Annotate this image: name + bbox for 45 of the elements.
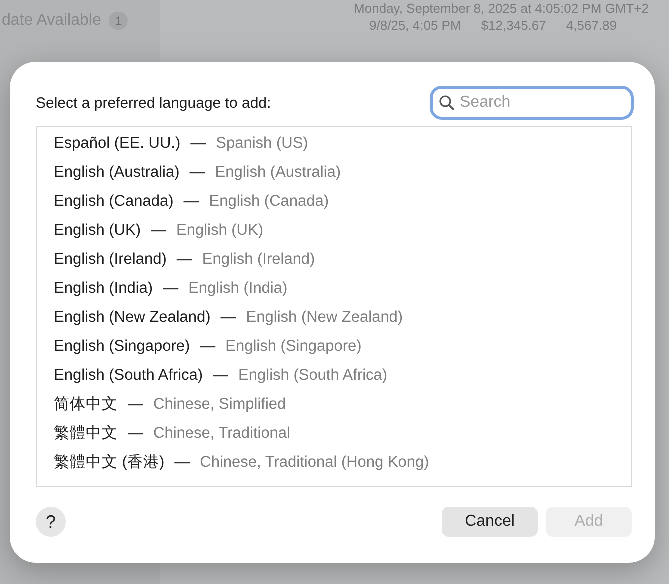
dash-separator: — [151, 222, 166, 240]
dash-separator: — [128, 396, 144, 414]
language-native-name[interactable]: 繁體中文 (香港) [54, 452, 165, 473]
language-native-name[interactable]: English (South Africa) [54, 366, 204, 384]
dash-separator: — [176, 250, 192, 268]
language-native-name[interactable]: 简体中文 [54, 394, 118, 415]
language-english-name[interactable]: English (India) [188, 280, 288, 298]
language-english-name[interactable]: English (South Africa) [238, 366, 388, 384]
language-english-name[interactable]: Chinese, Traditional (Hong Kong) [200, 454, 430, 472]
language-native-name[interactable]: English (Australia) [54, 164, 180, 182]
language-english-name[interactable]: Spanish (US) [216, 134, 308, 152]
language-english-name[interactable]: English (UK) [176, 222, 264, 240]
dash-separator: — [190, 134, 206, 152]
dialog-prompt: Select a preferred language to add: [36, 94, 272, 112]
language-english-name[interactable]: English (New Zealand) [246, 308, 404, 326]
dash-separator: — [190, 164, 206, 182]
date-long-preview: Monday, September 8, 2025 at 4:05:02 PM GMT+2 [354, 1, 649, 16]
dash-separator: — [200, 338, 216, 356]
language-native-name[interactable]: English (New Zealand) [54, 308, 211, 326]
number-preview: 4,567.89 [566, 18, 617, 33]
language-english-name[interactable]: English (Australia) [215, 164, 342, 182]
currency-preview: $12,345.67 [481, 18, 546, 33]
search-icon [439, 95, 455, 111]
dash-separator: — [213, 366, 229, 384]
dash-separator: — [174, 454, 190, 472]
language-english-name[interactable]: Chinese, Simplified [154, 396, 286, 414]
language-native-name[interactable]: Español (EE. UU.) [54, 134, 181, 152]
dash-separator: — [163, 280, 179, 298]
date-short-preview: 9/8/25, 4:05 PM [370, 18, 462, 33]
language-english-name[interactable]: English (Singapore) [226, 338, 362, 356]
language-english-name[interactable]: English (Canada) [209, 192, 330, 210]
cancel-button[interactable]: Cancel [442, 507, 538, 537]
language-native-name[interactable]: English (India) [54, 280, 154, 298]
dash-separator: — [220, 308, 236, 326]
language-native-name[interactable]: 繁體中文 [54, 423, 118, 444]
language-native-name[interactable]: English (Singapore) [54, 338, 190, 356]
dash-separator: — [184, 192, 200, 210]
dash-separator: — [128, 424, 144, 442]
search-field[interactable]: Search [430, 86, 634, 120]
language-english-name[interactable]: Chinese, Traditional [154, 424, 290, 442]
help-button[interactable]: ? [36, 507, 66, 537]
language-english-name[interactable]: English (Ireland) [202, 250, 316, 268]
language-native-name[interactable]: English (Ireland) [54, 250, 167, 268]
language-native-name[interactable]: English (Canada) [54, 192, 174, 210]
language-native-name[interactable]: English (UK) [54, 222, 141, 240]
